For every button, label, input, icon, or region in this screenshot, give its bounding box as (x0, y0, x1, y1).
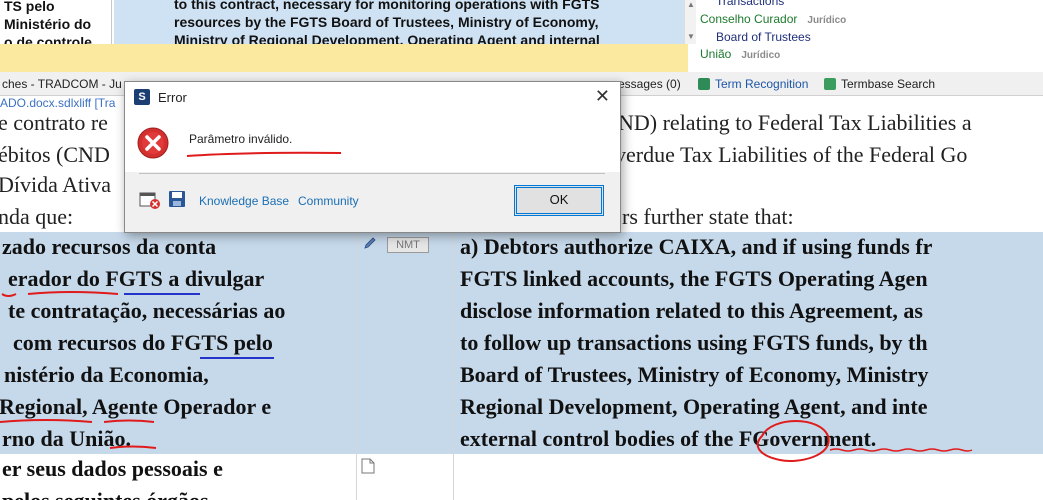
target-text-line[interactable]: external control bodies of the FGovernme… (460, 426, 876, 452)
source-text: nda que: (0, 204, 74, 229)
error-message: Parâmetro inválido. (189, 132, 293, 146)
segment-status-cell[interactable] (356, 454, 454, 500)
tab-termbase-search[interactable]: Termbase Search (824, 77, 935, 91)
tab-messages[interactable]: essages (0) (618, 77, 681, 91)
scroll-down-icon[interactable]: ▼ (687, 32, 695, 41)
preview-line: Ministry of Regional Development, Operat… (174, 32, 600, 44)
save-icon[interactable] (168, 190, 186, 208)
target-text-line[interactable]: a) Debtors authorize CAIXA, and if using… (460, 234, 932, 260)
termbase-tag: Jurídico (741, 50, 781, 61)
source-text-line: nistério da Economia, (4, 362, 209, 387)
tab-find-replace[interactable]: ches - TRADCOM - Ju (2, 77, 122, 91)
source-preview-panel: TS pelo Ministério do o de controle (0, 0, 112, 44)
comment-band (0, 44, 688, 72)
source-text-line: rno da União. (2, 426, 131, 451)
preview-line: Ministério do (4, 16, 92, 32)
nmt-badge: NMT (387, 237, 429, 253)
source-text-line: Regional, Agente Operador e (0, 394, 272, 419)
dialog-titlebar[interactable]: S Error ✕ (125, 82, 620, 112)
segment-row[interactable]: er seus dados pessoais e pelos seguintes… (0, 454, 1043, 500)
source-text-line: zado recursos da conta (2, 234, 217, 259)
target-text: verdue Tax Liabilities of the Federal Go (615, 142, 968, 167)
target-text-line[interactable]: Regional Development, Operating Agent, a… (460, 394, 928, 420)
preview-line: TS pelo (4, 0, 55, 14)
source-text-line: erador do FGTS a divulgar (8, 266, 265, 291)
report-icon[interactable] (139, 190, 161, 210)
target-preview-panel: to this contract, necessary for monitori… (114, 0, 684, 44)
tab-term-recognition[interactable]: Term Recognition (698, 77, 808, 91)
target-text-line[interactable]: disclose information related to this Agr… (460, 298, 923, 324)
source-text: e contrato re (0, 112, 108, 135)
termbase-entry[interactable]: União Jurídico (700, 47, 780, 61)
termbase-entry[interactable]: Transactions (716, 0, 784, 8)
termbase-viewer: Transactions Conselho Curador Jurídico Bo… (696, 0, 1043, 72)
app-icon: S (134, 89, 150, 105)
preview-line: to this contract, necessary for monitori… (174, 0, 600, 12)
target-text-line[interactable]: to follow up transactions using FGTS fun… (460, 330, 928, 356)
community-link[interactable]: Community (298, 194, 359, 208)
termbase-tag: Jurídico (807, 15, 847, 26)
term-recognition-icon (698, 78, 710, 90)
target-text-line[interactable]: Board of Trustees, Ministry of Economy, … (460, 362, 929, 388)
segment-status-cell[interactable]: NMT (356, 232, 454, 454)
dialog-title: Error (158, 90, 187, 105)
red-underline (186, 151, 342, 157)
ok-button[interactable]: OK (514, 185, 604, 216)
source-text-line: com recursos do FGTS pelo (13, 330, 273, 355)
preview-line: resources by the FGTS Board of Trustees,… (174, 14, 599, 30)
error-icon (137, 127, 169, 159)
pencil-icon (364, 237, 376, 249)
source-text-line: pelos seguintes órgãos (2, 488, 209, 500)
termbase-search-icon (824, 78, 836, 90)
document-tab[interactable]: ADO.docx.sdlxliff [Tra (0, 96, 115, 112)
target-text: ND) relating to Federal Tax Liabilities … (618, 112, 972, 135)
knowledge-base-link[interactable]: Knowledge Base (199, 194, 289, 208)
source-text-line: te contratação, necessárias ao (8, 298, 286, 323)
document-icon (361, 458, 375, 474)
termbase-entry[interactable]: Conselho Curador Jurídico (700, 12, 846, 26)
preview-scrollbar[interactable]: ▲ ▼ (684, 0, 696, 44)
close-icon[interactable]: ✕ (595, 86, 610, 107)
target-text-line[interactable]: FGTS linked accounts, the FGTS Operating… (460, 266, 928, 292)
target-text: rs further state that: (622, 204, 794, 229)
source-text: Dívida Ativa (0, 172, 112, 197)
termbase-entry[interactable]: Board of Trustees (716, 30, 811, 44)
dialog-body: Parâmetro inválido. (125, 112, 620, 172)
active-segment-row[interactable]: zado recursos da conta erador do FGTS a … (0, 232, 1043, 454)
preview-line: o de controle (4, 34, 92, 44)
scroll-up-icon[interactable]: ▲ (687, 0, 695, 9)
source-text: ébitos (CND (0, 142, 110, 167)
source-text-line: er seus dados pessoais e (2, 456, 223, 481)
dialog-footer: Knowledge Base Community OK (125, 174, 620, 234)
error-dialog: S Error ✕ Parâmetro inválido. Knowledge … (124, 81, 621, 233)
